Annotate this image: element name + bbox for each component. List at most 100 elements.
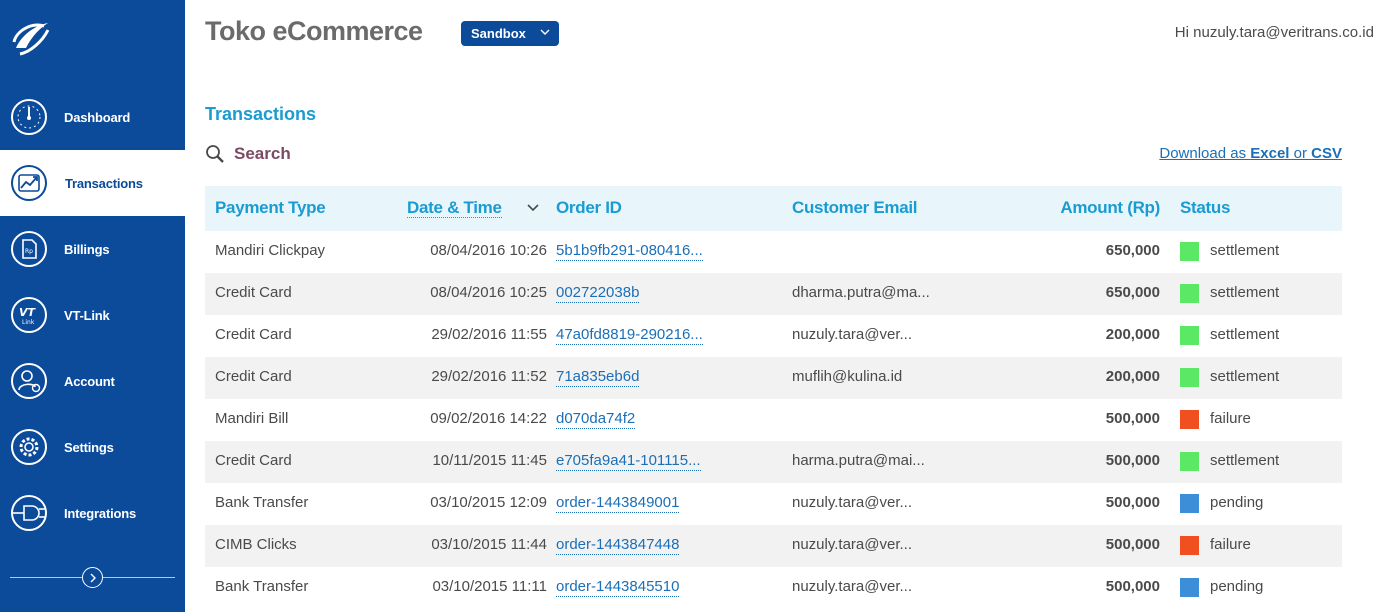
cell-date-time: 08/04/2016 10:26 — [430, 242, 547, 259]
table-row[interactable]: CIMB Clicks 03/10/2015 11:44 order-14438… — [205, 525, 1342, 567]
table-row[interactable]: Mandiri Clickpay 08/04/2016 10:26 5b1b9f… — [205, 231, 1342, 273]
column-header-order-id: Order ID — [556, 198, 622, 217]
column-header-amount: Amount (Rp) — [1060, 198, 1160, 217]
status-badge: settlement — [1210, 452, 1280, 469]
cell-date-time: 03/10/2015 12:09 — [430, 494, 547, 511]
collapse-sidebar-button[interactable] — [82, 567, 103, 588]
status-badge: settlement — [1210, 368, 1280, 385]
cell-amount: 650,000 — [1105, 242, 1160, 259]
cell-amount: 500,000 — [1105, 494, 1160, 511]
status-badge: settlement — [1210, 242, 1280, 259]
vt-link-icon: VT Link — [11, 297, 47, 333]
status-swatch — [1180, 284, 1199, 303]
sidebar-item-vt-link[interactable]: VT Link VT-Link — [0, 282, 185, 348]
column-header-status: Status — [1180, 198, 1231, 217]
cell-payment-type: Mandiri Bill — [215, 410, 289, 427]
column-header-customer-email: Customer Email — [792, 198, 918, 217]
cell-date-time: 29/02/2016 11:55 — [431, 326, 547, 343]
search-toggle[interactable]: Search — [205, 144, 291, 164]
sidebar-item-transactions[interactable]: Transactions — [0, 150, 185, 216]
svg-text:Rp: Rp — [25, 248, 33, 255]
cell-payment-type: Credit Card — [215, 326, 292, 343]
gear-icon — [11, 429, 47, 465]
cell-customer-email: harma.putra@mai... — [792, 452, 925, 469]
search-label: Search — [234, 144, 291, 163]
sidebar-item-dashboard[interactable]: Dashboard — [0, 84, 185, 150]
order-id-link[interactable]: order-1443847448 — [556, 536, 680, 555]
cell-date-time: 10/11/2015 11:45 — [432, 452, 547, 469]
status-swatch — [1180, 578, 1199, 597]
plug-icon — [11, 495, 47, 531]
user-greeting[interactable]: Hi nuzuly.tara@veritrans.co.id — [1175, 24, 1374, 41]
status-badge: pending — [1210, 494, 1264, 511]
order-id-link[interactable]: order-1443845510 — [556, 578, 680, 597]
cell-customer-email: dharma.putra@ma... — [792, 284, 930, 301]
status-badge: settlement — [1210, 284, 1280, 301]
column-header-date-time[interactable]: Date & Time — [407, 198, 502, 218]
sidebar-item-label: Settings — [64, 439, 114, 455]
order-id-link[interactable]: order-1443849001 — [556, 494, 680, 513]
sidebar-item-billings[interactable]: Rp Billings — [0, 216, 185, 282]
order-id-link[interactable]: e705fa9a41-101115... — [556, 452, 701, 471]
table-row[interactable]: Mandiri Bill 09/02/2016 14:22 d070da74f2… — [205, 399, 1342, 441]
sidebar-item-label: Dashboard — [64, 109, 131, 125]
download-or: or — [1289, 145, 1312, 162]
status-swatch — [1180, 452, 1199, 471]
sidebar-item-integrations[interactable]: Integrations — [0, 480, 185, 546]
table-header: Payment Type Date & Time Order ID Custom… — [205, 186, 1342, 231]
chevron-right-icon — [90, 573, 96, 582]
cell-date-time: 08/04/2016 10:25 — [430, 284, 547, 301]
sidebar-item-settings[interactable]: Settings — [0, 414, 185, 480]
status-badge: failure — [1210, 536, 1251, 553]
cell-payment-type: CIMB Clicks — [215, 536, 297, 553]
cell-payment-type: Credit Card — [215, 284, 292, 301]
table-row[interactable]: Credit Card 10/11/2015 11:45 e705fa9a41-… — [205, 441, 1342, 483]
order-id-link[interactable]: 002722038b — [556, 284, 640, 303]
sidebar-item-label: Transactions — [65, 175, 143, 191]
table-row[interactable]: Credit Card 08/04/2016 10:25 002722038b … — [205, 273, 1342, 315]
table-row[interactable]: Bank Transfer 03/10/2015 11:11 order-144… — [205, 567, 1342, 609]
order-id-link[interactable]: d070da74f2 — [556, 410, 636, 429]
cell-customer-email: nuzuly.tara@ver... — [792, 326, 912, 343]
trend-arrows-icon — [11, 165, 47, 201]
cell-payment-type: Mandiri Clickpay — [215, 242, 326, 259]
cell-amount: 500,000 — [1105, 452, 1160, 469]
status-badge: settlement — [1210, 326, 1280, 343]
table-row[interactable]: Credit Card 29/02/2016 11:52 71a835eb6d … — [205, 357, 1342, 399]
download-links: Download as Excel or CSV — [1159, 145, 1342, 162]
cell-date-time: 09/02/2016 14:22 — [430, 410, 547, 427]
cell-amount: 500,000 — [1105, 536, 1160, 553]
sidebar: Dashboard Transactions Rp Billings VT Li… — [0, 0, 185, 612]
cell-payment-type: Credit Card — [215, 452, 292, 469]
veritrans-logo-icon[interactable] — [10, 18, 52, 60]
environment-select[interactable]: Sandbox — [461, 21, 559, 46]
download-prefix: Download as — [1159, 145, 1251, 162]
cell-amount: 500,000 — [1105, 410, 1160, 427]
order-id-link[interactable]: 47a0fd8819-290216... — [556, 326, 703, 345]
status-swatch — [1180, 410, 1199, 429]
sidebar-item-account[interactable]: Account — [0, 348, 185, 414]
download-csv-link[interactable]: CSV — [1311, 145, 1342, 162]
download-excel-link[interactable]: Excel — [1250, 145, 1289, 162]
merchant-title: Toko eCommerce — [205, 16, 423, 46]
cell-payment-type: Bank Transfer — [215, 578, 309, 595]
sort-chevron-down-icon[interactable] — [527, 202, 539, 214]
sidebar-item-label: Integrations — [64, 505, 136, 521]
cell-payment-type: Bank Transfer — [215, 494, 309, 511]
column-header-payment-type: Payment Type — [215, 198, 326, 217]
order-id-link[interactable]: 71a835eb6d — [556, 368, 640, 387]
cell-customer-email: muflih@kulina.id — [792, 368, 903, 385]
svg-text:VT: VT — [19, 306, 37, 319]
cell-amount: 200,000 — [1105, 326, 1160, 343]
table-body: Mandiri Clickpay 08/04/2016 10:26 5b1b9f… — [205, 231, 1342, 609]
status-swatch — [1180, 368, 1199, 387]
svg-text:Link: Link — [22, 319, 35, 326]
cell-customer-email: nuzuly.tara@ver... — [792, 494, 912, 511]
order-id-link[interactable]: 5b1b9fb291-080416... — [556, 242, 703, 261]
table-row[interactable]: Credit Card 29/02/2016 11:55 47a0fd8819-… — [205, 315, 1342, 357]
transactions-table: Payment Type Date & Time Order ID Custom… — [205, 186, 1342, 609]
page-title: Transactions — [205, 104, 317, 124]
cell-date-time: 03/10/2015 11:44 — [431, 536, 547, 553]
status-swatch — [1180, 494, 1199, 513]
table-row[interactable]: Bank Transfer 03/10/2015 12:09 order-144… — [205, 483, 1342, 525]
